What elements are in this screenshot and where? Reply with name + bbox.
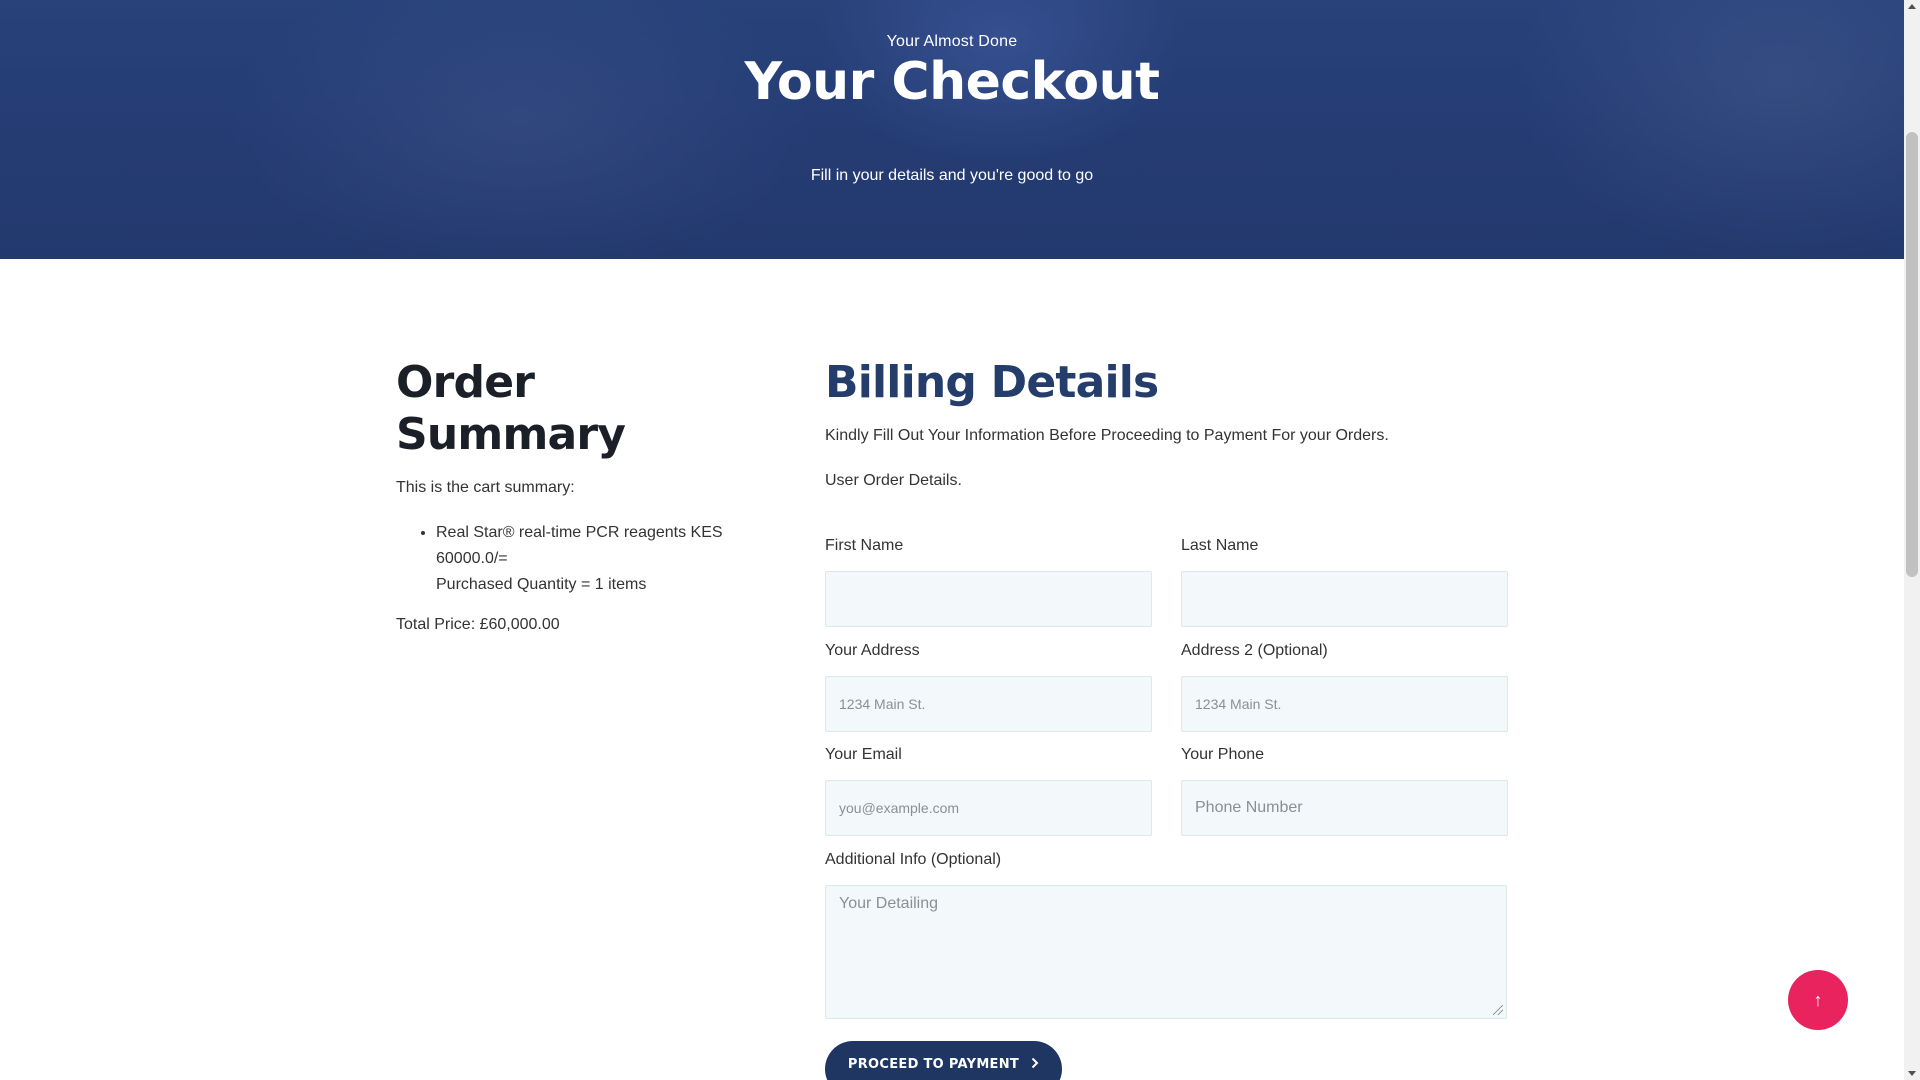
billing-description: Kindly Fill Out Your Information Before … — [825, 427, 1389, 444]
phone-placeholder: Phone Number — [1195, 799, 1303, 816]
last-name-field[interactable] — [1181, 571, 1508, 627]
first-name-field[interactable] — [825, 571, 1152, 627]
additional-info-label: Additional Info (Optional) — [825, 851, 1002, 868]
phone-field[interactable]: Phone Number — [1181, 780, 1508, 836]
order-summary-intro: This is the cart summary: — [396, 479, 575, 496]
additional-info-group: Additional Info (Optional) Your Detailin… — [825, 851, 1507, 1019]
hero-banner: Your Almost Done Your Checkout Fill in y… — [0, 0, 1904, 259]
address2-group: Address 2 (Optional) 1234 Main St. — [1181, 642, 1508, 732]
first-name-label: First Name — [825, 537, 904, 554]
email-field[interactable]: you@example.com — [825, 780, 1152, 836]
order-summary-section: Order Summary This is the cart summary: … — [396, 357, 756, 634]
user-order-details-label: User Order Details. — [825, 472, 962, 489]
scroll-thumb[interactable] — [1906, 132, 1918, 577]
proceed-to-payment-label: PROCEED TO PAYMENT — [847, 1057, 1020, 1072]
page-scrollbar[interactable] — [1904, 0, 1920, 1080]
scroll-down-icon[interactable] — [1908, 1071, 1916, 1076]
hero-eyebrow: Your Almost Done — [886, 33, 1018, 50]
first-name-group: First Name — [825, 537, 1152, 627]
address-label: Your Address — [825, 642, 920, 659]
address2-field[interactable]: 1234 Main St. — [1181, 676, 1508, 732]
hero-subtitle: Fill in your details and you're good to … — [810, 167, 1094, 184]
email-placeholder: you@example.com — [839, 800, 960, 816]
list-item: Real Star® real-time PCR reagents KES 60… — [436, 520, 756, 598]
email-group: Your Email you@example.com — [825, 746, 1152, 836]
proceed-to-payment-button[interactable]: PROCEED TO PAYMENT — [825, 1041, 1062, 1080]
order-summary-heading: Order Summary — [396, 357, 626, 460]
back-to-top-button[interactable]: ↑ — [1788, 970, 1848, 1030]
billing-details-section: Billing Details Kindly Fill Out Your Inf… — [825, 357, 1507, 490]
cart-item-quantity: Purchased Quantity = 1 items — [436, 576, 647, 593]
email-label: Your Email — [825, 746, 902, 763]
scroll-up-icon[interactable] — [1908, 4, 1916, 9]
cart-item-line: Real Star® real-time PCR reagents KES 60… — [436, 524, 723, 567]
address2-placeholder: 1234 Main St. — [1195, 696, 1282, 712]
phone-label: Your Phone — [1181, 746, 1265, 763]
total-price: Total Price: £60,000.00 — [396, 616, 560, 633]
chevron-right-icon — [1031, 1057, 1039, 1073]
address2-label: Address 2 (Optional) — [1181, 642, 1328, 659]
phone-group: Your Phone Phone Number — [1181, 746, 1508, 836]
last-name-group: Last Name — [1181, 537, 1508, 627]
resize-grip-icon[interactable] — [1493, 1005, 1503, 1015]
address-placeholder: 1234 Main St. — [839, 696, 926, 712]
additional-info-placeholder: Your Detailing — [839, 895, 939, 912]
additional-info-textarea[interactable]: Your Detailing — [825, 885, 1507, 1019]
address-group: Your Address 1234 Main St. — [825, 642, 1152, 732]
last-name-label: Last Name — [1181, 537, 1259, 554]
address-field[interactable]: 1234 Main St. — [825, 676, 1152, 732]
arrow-up-icon: ↑ — [1813, 989, 1823, 1010]
page-title: Your Checkout — [744, 52, 1160, 112]
cart-item-list: Real Star® real-time PCR reagents KES 60… — [396, 520, 756, 598]
billing-details-heading: Billing Details — [825, 357, 1159, 408]
